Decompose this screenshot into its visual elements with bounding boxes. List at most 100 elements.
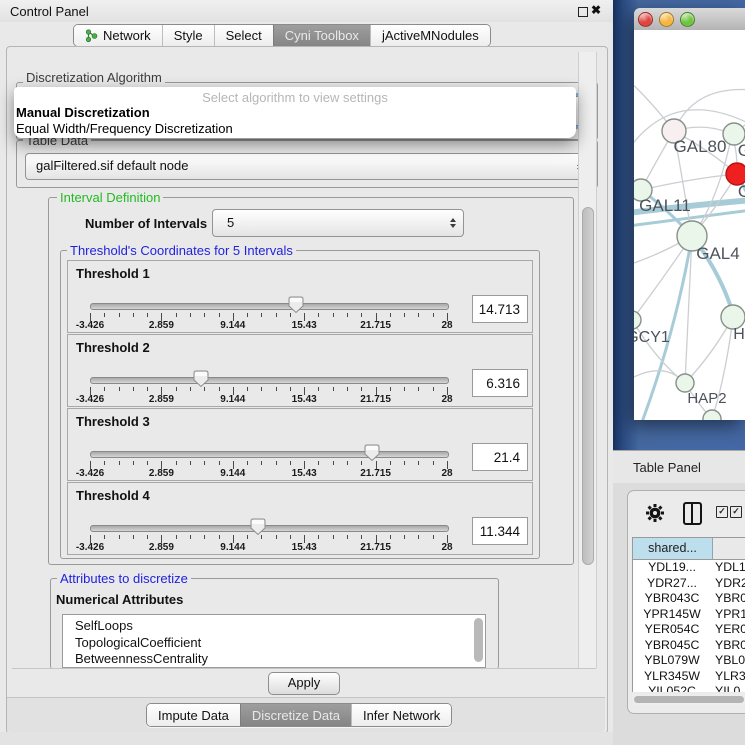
table-row[interactable]: YBR043CYBR0 <box>633 591 745 607</box>
minimize-traffic-light-icon[interactable] <box>659 12 674 27</box>
threshold-value-field[interactable]: 14.713 <box>472 295 528 323</box>
checkbox-icon[interactable]: ✓ <box>730 506 742 518</box>
slider-tick <box>418 535 419 539</box>
dropdown-option-manual[interactable]: Manual Discretization <box>16 105 150 120</box>
network-window-titlebar[interactable] <box>634 8 745 31</box>
slider-tick-label: 9.144 <box>220 542 245 553</box>
slider-tick <box>204 535 205 539</box>
table-data-combobox[interactable]: galFiltered.sif default node <box>25 153 591 180</box>
close-icon[interactable]: ✖ <box>591 3 601 17</box>
attributes-list-items: SelfLoopsTopologicalCoefficientBetweenne… <box>63 615 485 668</box>
tab-discretize-data[interactable]: Discretize Data <box>240 704 351 726</box>
tab-network[interactable]: Network <box>74 25 162 46</box>
column-header-name[interactable]: na <box>713 538 745 560</box>
slider-tick-label: -3.426 <box>76 542 104 553</box>
tab-select[interactable]: Select <box>214 25 273 46</box>
slider-tick <box>361 313 362 317</box>
slider-handle[interactable] <box>288 296 304 314</box>
table-cell-name: YLR3 <box>711 669 745 685</box>
slider-tick <box>247 387 248 391</box>
network-view-window: GAL80GACGAL11GAL4GCY1HHAP2 <box>634 8 745 420</box>
threshold-value-field[interactable]: 6.316 <box>472 369 528 397</box>
apply-button[interactable]: Apply <box>268 672 340 695</box>
slider-tick <box>404 461 405 465</box>
attribute-list-item[interactable]: SelfLoops <box>63 618 485 635</box>
slider-tick <box>276 535 277 539</box>
slider-tick <box>390 535 391 539</box>
column-header-shared[interactable]: shared... <box>633 538 713 560</box>
table-cell-shared-name: YPR145W <box>633 607 711 623</box>
network-node[interactable] <box>634 311 641 329</box>
slider-tick <box>433 461 434 465</box>
network-node-label: GAL4 <box>696 244 739 263</box>
dropdown-option-equal-width[interactable]: Equal Width/Frequency Discretization <box>16 121 233 136</box>
network-node-label: GCY1 <box>634 329 670 346</box>
panel-scrollbar-thumb[interactable] <box>582 207 594 565</box>
slider-tick <box>119 387 120 391</box>
network-edge[interactable] <box>641 174 737 190</box>
table-row[interactable]: YLR345WYLR3 <box>633 669 745 685</box>
table-cell-shared-name: YIL052C <box>633 684 711 692</box>
tab-infer-network[interactable]: Infer Network <box>351 704 451 726</box>
table-hscrollbar-thumb[interactable] <box>634 696 744 703</box>
tab-cyni-toolbox[interactable]: Cyni Toolbox <box>273 25 370 46</box>
slider-track[interactable] <box>90 377 449 384</box>
zoom-traffic-light-icon[interactable] <box>680 12 695 27</box>
slider-tick-label: 2.859 <box>149 320 174 331</box>
slider-tick <box>333 535 334 539</box>
close-traffic-light-icon[interactable] <box>638 12 653 27</box>
slider-tick-label: 21.715 <box>360 394 391 405</box>
slider-tick-label: 2.859 <box>149 468 174 479</box>
num-intervals-label: Number of Intervals <box>85 216 207 231</box>
slider-handle[interactable] <box>250 518 266 536</box>
tab-impute-data[interactable]: Impute Data <box>147 704 240 726</box>
panel-scrollbar-track[interactable] <box>578 52 597 668</box>
slider-tick-label: 28 <box>441 320 452 331</box>
table-data-value: galFiltered.sif default node <box>36 154 188 178</box>
slider-tick <box>104 387 105 391</box>
table-row[interactable]: YPR145WYPR1 <box>633 607 745 623</box>
table-row[interactable]: YBR045CYBR0 <box>633 638 745 654</box>
slider-tick-label: 2.859 <box>149 542 174 553</box>
slider-tick <box>347 461 348 465</box>
slider-tick <box>176 387 177 391</box>
screen: Control Panel ✖ Network Style Select Cyn… <box>0 0 745 745</box>
slider-tick <box>133 461 134 465</box>
network-node-label: C <box>738 182 745 201</box>
slider-tick <box>119 461 120 465</box>
table-row[interactable]: YDL19...YDL1 <box>633 560 745 576</box>
slider-track[interactable] <box>90 451 449 458</box>
table-row[interactable]: YER054CYER0 <box>633 622 745 638</box>
table-row[interactable]: YDR27...YDR2 <box>633 576 745 592</box>
threshold-value-field[interactable]: 21.4 <box>472 443 528 471</box>
tab-style[interactable]: Style <box>162 25 214 46</box>
float-window-icon[interactable] <box>578 7 588 17</box>
slider-handle[interactable] <box>364 444 380 462</box>
network-node-label: GAL11 <box>639 196 691 215</box>
attributes-list[interactable]: SelfLoopsTopologicalCoefficientBetweenne… <box>62 614 486 668</box>
num-intervals-combobox[interactable]: 5 <box>212 209 464 237</box>
slider-tick <box>119 313 120 317</box>
slider-tick <box>290 387 291 391</box>
network-canvas[interactable]: GAL80GACGAL11GAL4GCY1HHAP2 <box>634 30 745 420</box>
checkbox-icon[interactable]: ✓ <box>716 506 728 518</box>
slider-tick <box>176 535 177 539</box>
slider-tick <box>390 461 391 465</box>
attribute-list-item[interactable]: BetweennessCentrality <box>63 651 485 668</box>
list-scrollbar-thumb[interactable] <box>474 618 483 662</box>
slider-track[interactable] <box>90 303 449 310</box>
slider-track[interactable] <box>90 525 449 532</box>
threshold-value-field[interactable]: 11.344 <box>472 517 528 545</box>
table-hscrollbar-track[interactable] <box>632 694 745 705</box>
slider-tick <box>333 387 334 391</box>
tab-jactivemnodules[interactable]: jActiveMNodules <box>370 25 490 46</box>
split-columns-icon[interactable] <box>683 502 702 525</box>
algorithm-group-title: Discretization Algorithm <box>23 70 165 85</box>
gear-icon[interactable] <box>645 503 665 528</box>
slider-handle[interactable] <box>193 370 209 388</box>
slider-tick-label: 15.43 <box>292 542 317 553</box>
slider-tick <box>404 313 405 317</box>
table-row[interactable]: YIL052CYIL0 <box>633 684 745 692</box>
attribute-list-item[interactable]: TopologicalCoefficient <box>63 635 485 652</box>
table-row[interactable]: YBL079WYBL0 <box>633 653 745 669</box>
